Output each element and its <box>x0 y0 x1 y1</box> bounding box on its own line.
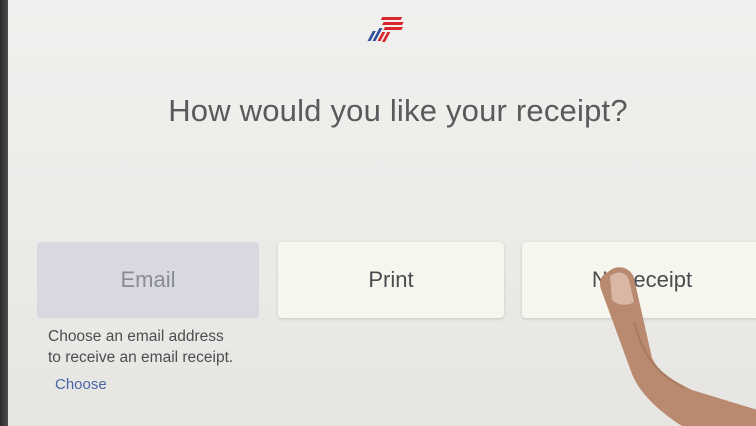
email-help-line-1: Choose an email address <box>48 328 224 345</box>
print-receipt-label: Print <box>368 267 414 292</box>
pointing-finger <box>600 267 756 426</box>
page-title: How would you like your receipt? <box>168 93 628 128</box>
email-receipt-button[interactable]: Email <box>37 242 259 318</box>
email-receipt-label: Email <box>120 267 176 292</box>
email-help-line-2: to receive an email receipt. <box>48 349 234 366</box>
choose-email-link[interactable]: Choose <box>55 376 107 393</box>
email-help-text: Choose an email address to receive an em… <box>48 326 288 368</box>
print-receipt-button[interactable]: Print <box>278 242 504 318</box>
bank-flag-logo-icon <box>367 17 404 42</box>
atm-screen: How would you like your receipt? Email P… <box>8 0 756 426</box>
